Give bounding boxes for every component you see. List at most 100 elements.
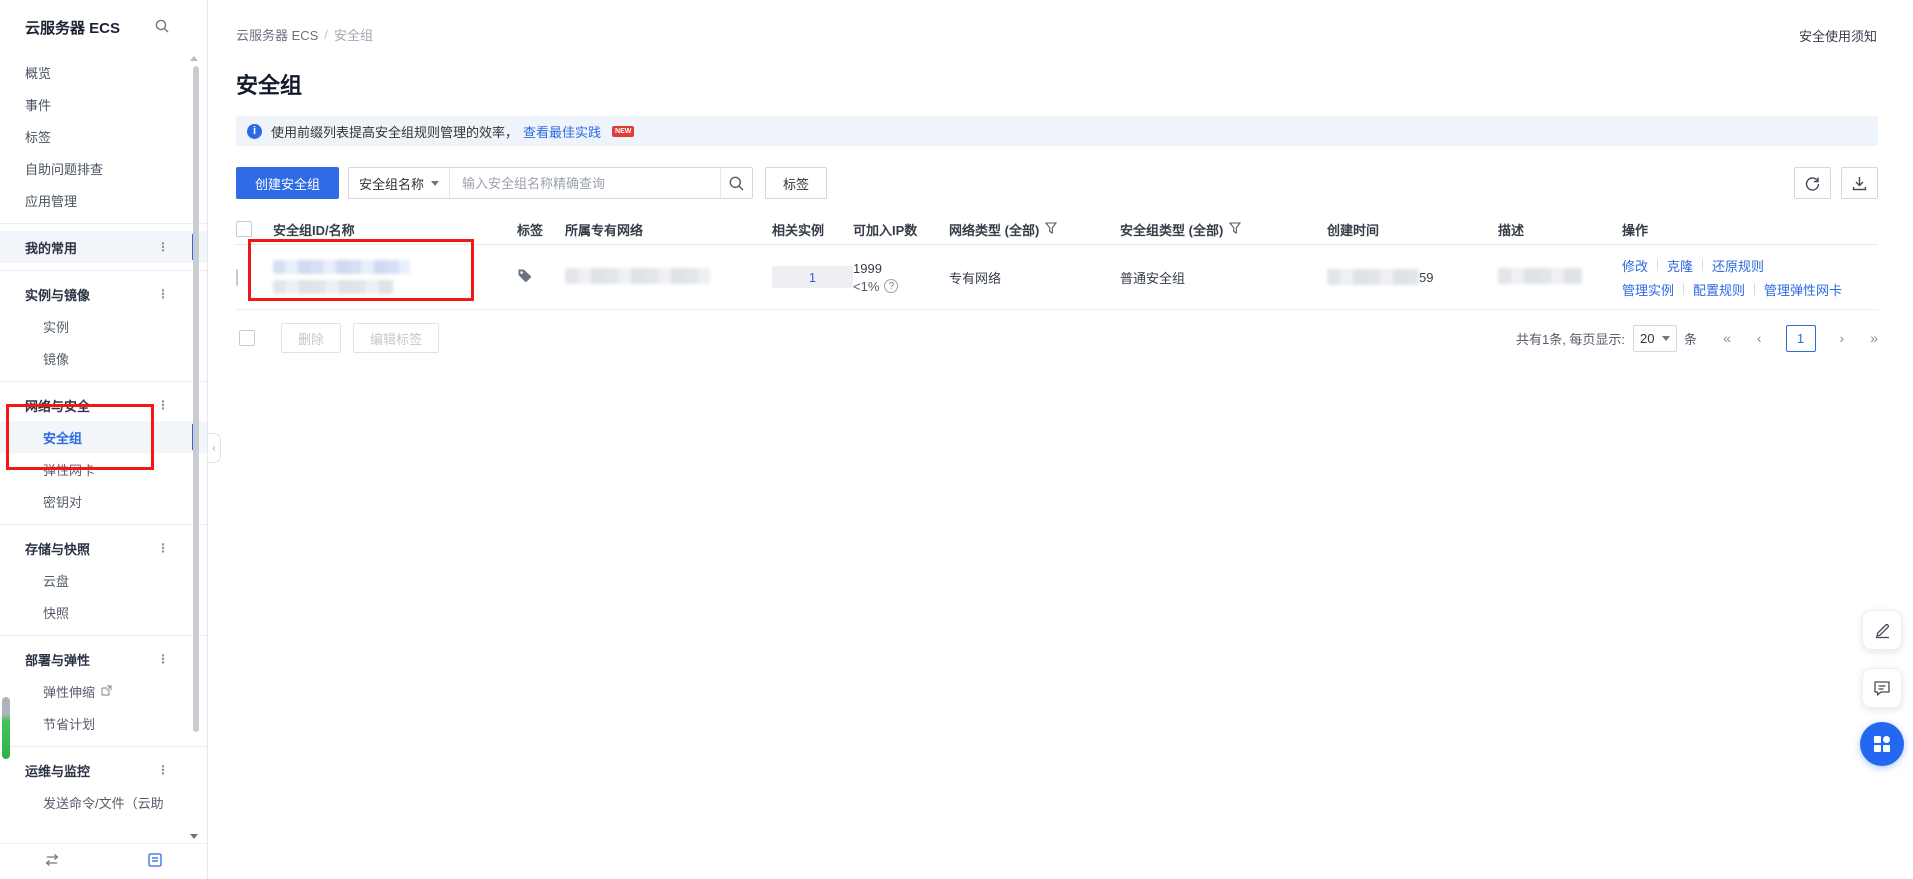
security-notice-link[interactable]: 安全使用须知 xyxy=(1799,26,1877,45)
action-clone[interactable]: 克隆 xyxy=(1667,256,1693,275)
best-practice-link[interactable]: 查看最佳实践 xyxy=(523,122,601,141)
kebab-menu-icon[interactable]: ⋮ xyxy=(157,287,169,301)
row-checkbox[interactable] xyxy=(236,269,238,286)
docs-list-icon[interactable] xyxy=(104,853,208,870)
sidebar-item-instances[interactable]: 实例 xyxy=(0,310,207,342)
tag-icon xyxy=(517,268,532,283)
sidebar-item-images[interactable]: 镜像 xyxy=(0,342,207,374)
col-header-tag: 标签 xyxy=(517,220,565,239)
action-modify[interactable]: 修改 xyxy=(1622,256,1648,275)
help-icon[interactable]: ? xyxy=(884,279,898,293)
feedback-edit-button[interactable] xyxy=(1862,610,1902,650)
sidebar-item-snapshots[interactable]: 快照 xyxy=(0,596,207,628)
sidebar-item-troubleshoot[interactable]: 自助问题排查 xyxy=(0,152,207,184)
instance-count-badge[interactable]: 1 xyxy=(772,266,853,288)
section-label: 实例与镜像 xyxy=(25,285,90,304)
section-label: 部署与弹性 xyxy=(25,650,90,669)
redacted-created-time xyxy=(1327,269,1419,285)
sidebar-item-auto-scaling[interactable]: 弹性伸缩 xyxy=(0,675,207,707)
kebab-menu-icon[interactable]: ⋮ xyxy=(157,240,169,254)
prev-page-button[interactable]: ‹ xyxy=(1757,330,1762,346)
col-header-desc: 描述 xyxy=(1498,220,1622,239)
breadcrumb-separator: / xyxy=(324,27,328,42)
delete-button[interactable]: 删除 xyxy=(281,323,341,353)
sidebar-item-overview[interactable]: 概览 xyxy=(0,56,207,88)
product-title: 云服务器 ECS xyxy=(25,17,120,38)
switch-version-icon[interactable] xyxy=(0,854,104,869)
action-manage-instances[interactable]: 管理实例 xyxy=(1622,280,1674,299)
divider xyxy=(0,223,207,224)
sidebar-section-instances-images[interactable]: 实例与镜像 ⋮ xyxy=(0,278,207,310)
action-manage-eni[interactable]: 管理弹性网卡 xyxy=(1764,280,1842,299)
download-button[interactable] xyxy=(1841,167,1878,199)
sidebar-item-savings-plan[interactable]: 节省计划 xyxy=(0,707,207,739)
search-button[interactable] xyxy=(720,168,752,198)
sidebar-collapse-handle[interactable]: ‹ xyxy=(208,433,221,463)
kebab-menu-icon[interactable]: ⋮ xyxy=(157,652,169,666)
kebab-menu-icon[interactable]: ⋮ xyxy=(157,763,169,777)
filter-funnel-icon[interactable] xyxy=(1229,222,1241,237)
select-all-checkbox[interactable] xyxy=(236,221,252,237)
widget-panel-button[interactable] xyxy=(1860,722,1904,766)
table-footer: 删除 编辑标签 共有1条, 每页显示: 20 条 « ‹ 1 › » xyxy=(236,323,1878,353)
sidebar: 云服务器 ECS 概览 事件 标签 自助问题排查 应用管理 我的常用 ⋮ 实例与… xyxy=(0,0,208,879)
sidebar-search-icon[interactable] xyxy=(155,19,169,36)
security-groups-table: 安全组ID/名称 标签 所属专有网络 相关实例 可加入IP数 网络类型 (全部)… xyxy=(236,214,1878,310)
cell-id-name[interactable] xyxy=(273,260,517,294)
sidebar-item-tags[interactable]: 标签 xyxy=(0,120,207,152)
divider xyxy=(0,746,207,747)
browser-extension-indicator xyxy=(2,697,10,759)
breadcrumb: 云服务器 ECS / 安全组 xyxy=(236,25,1913,44)
search-input[interactable] xyxy=(450,169,720,197)
support-chat-button[interactable] xyxy=(1862,668,1902,708)
sidebar-item-disks[interactable]: 云盘 xyxy=(0,564,207,596)
sidebar-section-network-security[interactable]: 网络与安全 ⋮ xyxy=(0,389,207,421)
col-label: 安全组类型 (全部) xyxy=(1120,220,1223,239)
kebab-menu-icon[interactable]: ⋮ xyxy=(157,398,169,412)
tag-filter-button[interactable]: 标签 xyxy=(765,167,827,199)
cell-ips: 1999 <1% ? xyxy=(853,261,949,294)
sidebar-item-events[interactable]: 事件 xyxy=(0,88,207,120)
item-label: 弹性伸缩 xyxy=(43,682,95,701)
sidebar-item-send-command[interactable]: 发送命令/文件（云助 xyxy=(0,786,207,818)
cell-vpc[interactable] xyxy=(565,268,772,287)
sidebar-scrollbar[interactable] xyxy=(193,66,199,732)
sidebar-item-security-groups[interactable]: 安全组 xyxy=(0,421,207,453)
sidebar-scroll-up-arrow[interactable] xyxy=(190,56,198,61)
sidebar-item-app-management[interactable]: 应用管理 xyxy=(0,184,207,216)
toolbar-right xyxy=(1794,167,1878,199)
first-page-button[interactable]: « xyxy=(1723,330,1731,346)
sidebar-section-favorites[interactable]: 我的常用 ⋮ xyxy=(0,231,207,263)
banner-message: 使用前缀列表提高安全组规则管理的效率， xyxy=(271,122,518,141)
sidebar-section-storage-snapshots[interactable]: 存储与快照 ⋮ xyxy=(0,532,207,564)
new-badge: NEW xyxy=(612,126,634,137)
page-size-select[interactable]: 20 xyxy=(1633,325,1677,352)
cell-sg-type: 普通安全组 xyxy=(1120,268,1327,287)
redacted-security-group-name xyxy=(273,280,393,294)
divider xyxy=(1702,259,1703,271)
redacted-security-group-id xyxy=(273,260,410,274)
kebab-menu-icon[interactable]: ⋮ xyxy=(157,541,169,555)
col-header-ips: 可加入IP数 xyxy=(853,220,949,239)
sidebar-section-deploy-elasticity[interactable]: 部署与弹性 ⋮ xyxy=(0,643,207,675)
main-content: 云服务器 ECS / 安全组 安全使用须知 安全组 i 使用前缀列表提高安全组规… xyxy=(208,0,1913,879)
breadcrumb-root[interactable]: 云服务器 ECS xyxy=(236,25,318,44)
cell-tag[interactable] xyxy=(517,268,565,286)
refresh-button[interactable] xyxy=(1794,167,1831,199)
current-page-indicator: 1 xyxy=(1786,325,1816,352)
pagination-total-text: 共有1条, 每页显示: xyxy=(1516,329,1625,348)
sidebar-section-ops-monitoring[interactable]: 运维与监控 ⋮ xyxy=(0,754,207,786)
filter-funnel-icon[interactable] xyxy=(1045,222,1057,237)
create-security-group-button[interactable]: 创建安全组 xyxy=(236,167,339,199)
search-field-selector[interactable]: 安全组名称 xyxy=(349,168,449,198)
next-page-button[interactable]: › xyxy=(1840,330,1845,346)
action-restore-rules[interactable]: 还原规则 xyxy=(1712,256,1764,275)
sidebar-item-eni[interactable]: 弹性网卡 xyxy=(0,453,207,485)
action-configure-rules[interactable]: 配置规则 xyxy=(1693,280,1745,299)
edit-tags-button[interactable]: 编辑标签 xyxy=(353,323,439,353)
divider xyxy=(1683,283,1684,295)
sidebar-item-keypairs[interactable]: 密钥对 xyxy=(0,485,207,517)
last-page-button[interactable]: » xyxy=(1870,330,1878,346)
footer-select-all-checkbox[interactable] xyxy=(239,330,255,346)
sidebar-scroll-down-arrow[interactable] xyxy=(190,834,198,839)
